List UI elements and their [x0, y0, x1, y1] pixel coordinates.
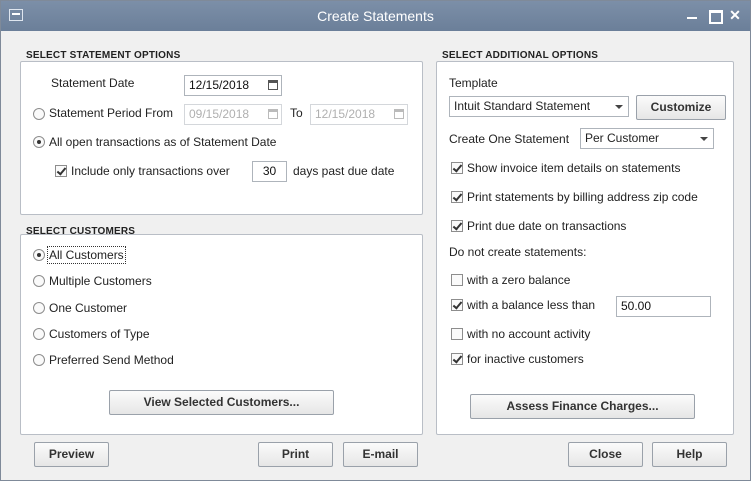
balance-amount-input[interactable]: 50.00	[616, 296, 711, 317]
template-value: Intuit Standard Statement	[454, 99, 591, 113]
preview-button[interactable]: Preview	[34, 442, 109, 467]
zero-balance-checkbox[interactable]	[451, 274, 463, 286]
statement-date-label: Statement Date	[51, 76, 135, 90]
print-due-date-checkbox[interactable]	[451, 220, 463, 232]
chevron-down-icon[interactable]	[615, 105, 623, 109]
customers-of-type-label[interactable]: Customers of Type	[49, 327, 150, 341]
minimize-icon[interactable]	[684, 7, 700, 23]
period-from-field[interactable]: 09/15/2018	[184, 104, 282, 125]
all-customers-radio[interactable]	[33, 249, 45, 261]
no-account-activity-checkbox[interactable]	[451, 328, 463, 340]
print-button[interactable]: Print	[258, 442, 333, 467]
create-statements-window: Create Statements ✕ SELECT STATEMENT OPT…	[0, 0, 751, 481]
all-customers-label[interactable]: All Customers	[47, 246, 126, 264]
create-one-statement-label: Create One Statement	[449, 132, 570, 146]
multiple-customers-radio[interactable]	[33, 275, 45, 287]
email-button[interactable]: E-mail	[343, 442, 418, 467]
print-by-zip-checkbox[interactable]	[451, 191, 463, 203]
maximize-icon[interactable]	[706, 7, 723, 24]
print-by-zip-label[interactable]: Print statements by billing address zip …	[467, 190, 698, 204]
days-past-due-input[interactable]: 30	[252, 161, 287, 182]
create-one-statement-value: Per Customer	[585, 131, 660, 145]
inactive-customers-label[interactable]: for inactive customers	[467, 352, 584, 366]
assess-finance-charges-button[interactable]: Assess Finance Charges...	[470, 394, 695, 419]
calendar-icon[interactable]	[268, 80, 278, 90]
include-only-label[interactable]: Include only transactions over	[71, 164, 230, 178]
window-title: Create Statements	[317, 8, 434, 24]
period-to-label: To	[290, 106, 303, 120]
period-to-value: 12/15/2018	[315, 107, 376, 121]
chevron-down-icon[interactable]	[700, 137, 708, 141]
calendar-icon[interactable]	[268, 109, 278, 119]
template-label: Template	[449, 76, 498, 90]
statement-period-label[interactable]: Statement Period From	[49, 106, 173, 120]
view-selected-customers-button[interactable]: View Selected Customers...	[109, 390, 334, 415]
show-invoice-details-label[interactable]: Show invoice item details on statements	[467, 161, 680, 175]
statement-options-heading: SELECT STATEMENT OPTIONS	[26, 50, 181, 61]
additional-options-heading: SELECT ADDITIONAL OPTIONS	[442, 50, 599, 61]
show-invoice-details-checkbox[interactable]	[451, 162, 463, 174]
one-customer-radio[interactable]	[33, 302, 45, 314]
preferred-send-method-radio[interactable]	[33, 354, 45, 366]
preferred-send-method-label[interactable]: Preferred Send Method	[49, 353, 174, 367]
days-past-due-label: days past due date	[293, 164, 395, 178]
customers-of-type-radio[interactable]	[33, 328, 45, 340]
statement-period-radio[interactable]	[33, 108, 45, 120]
all-open-transactions-radio[interactable]	[33, 136, 45, 148]
balance-less-than-checkbox[interactable]	[451, 299, 463, 311]
no-account-activity-label[interactable]: with no account activity	[467, 327, 590, 341]
print-due-date-label[interactable]: Print due date on transactions	[467, 219, 626, 233]
help-button[interactable]: Help	[652, 442, 727, 467]
balance-less-than-label[interactable]: with a balance less than	[467, 298, 595, 312]
period-from-value: 09/15/2018	[189, 107, 250, 121]
days-past-due-value: 30	[262, 164, 277, 178]
all-open-transactions-label[interactable]: All open transactions as of Statement Da…	[49, 135, 276, 149]
customize-button[interactable]: Customize	[636, 95, 726, 120]
template-dropdown[interactable]: Intuit Standard Statement	[449, 96, 629, 117]
customers-heading: SELECT CUSTOMERS	[26, 226, 136, 237]
include-only-checkbox[interactable]	[55, 165, 67, 177]
statement-date-value: 12/15/2018	[189, 78, 250, 92]
one-customer-label[interactable]: One Customer	[49, 301, 127, 315]
close-icon[interactable]: ✕	[727, 7, 743, 23]
do-not-create-label: Do not create statements:	[449, 245, 587, 259]
balance-amount-value: 50.00	[621, 299, 652, 313]
close-button[interactable]: Close	[568, 442, 643, 467]
create-one-statement-dropdown[interactable]: Per Customer	[580, 128, 714, 149]
inactive-customers-checkbox[interactable]	[451, 353, 463, 365]
calendar-icon[interactable]	[394, 109, 404, 119]
statement-date-field[interactable]: 12/15/2018	[184, 75, 282, 96]
period-to-field[interactable]: 12/15/2018	[310, 104, 408, 125]
zero-balance-label[interactable]: with a zero balance	[467, 273, 570, 287]
multiple-customers-label[interactable]: Multiple Customers	[49, 274, 152, 288]
title-bar[interactable]: Create Statements ✕	[1, 1, 750, 31]
